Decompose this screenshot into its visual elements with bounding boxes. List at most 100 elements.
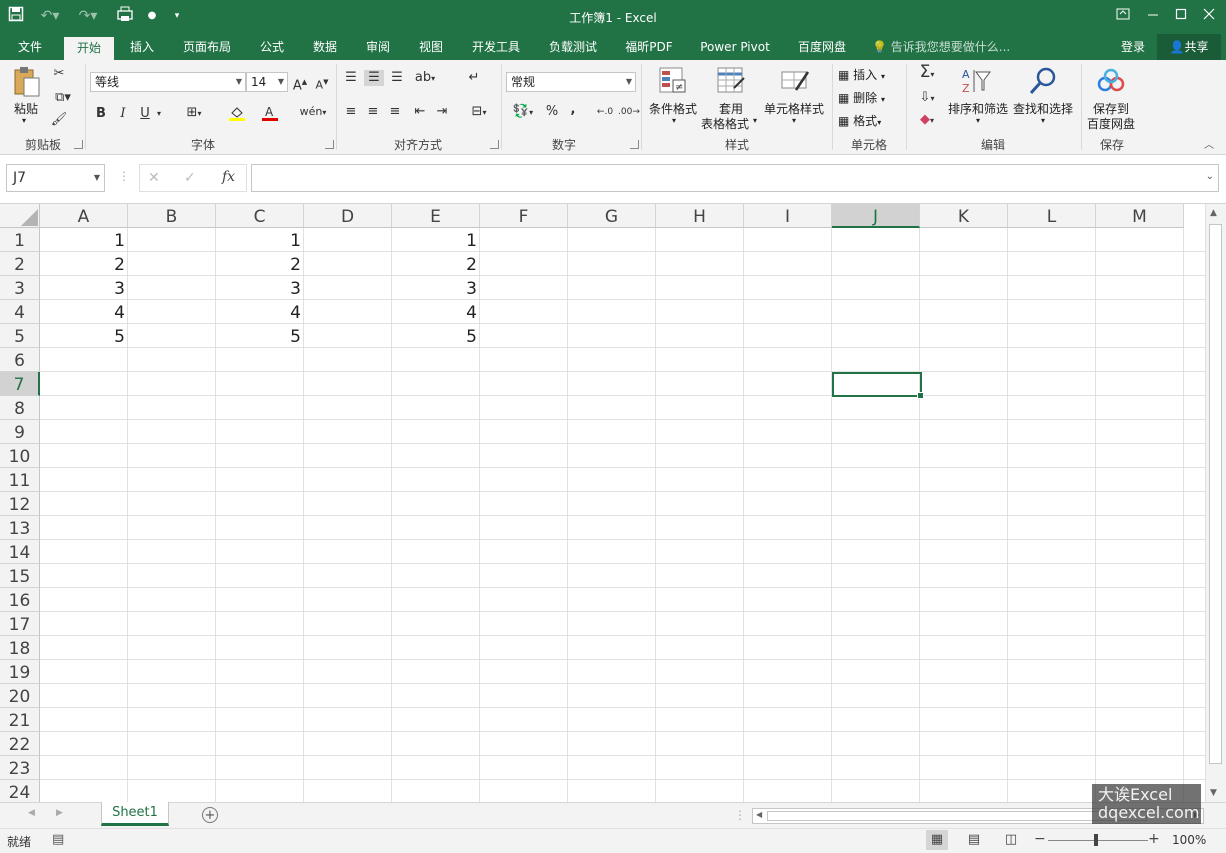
column-header[interactable]: D — [304, 204, 392, 228]
row-header[interactable]: 21 — [0, 708, 40, 732]
increase-decimal-icon[interactable]: ←.0 — [594, 104, 616, 120]
find-select-label[interactable]: 查找和选择 — [1013, 100, 1073, 117]
cell-C5[interactable]: 5 — [216, 324, 304, 348]
borders-icon[interactable]: ⊞▾ — [180, 105, 208, 122]
minimize-icon[interactable] — [1143, 6, 1163, 26]
tab-view[interactable]: 视图 — [409, 34, 453, 60]
column-header[interactable]: A — [40, 204, 128, 228]
font-name-select[interactable]: 等线 ▼ — [90, 72, 246, 92]
format-painter-icon[interactable]: 🖌 — [50, 112, 68, 128]
cell-A1[interactable]: 1 — [40, 228, 128, 252]
format-cells-button[interactable]: ▦ 格式▾ — [838, 112, 881, 129]
row-header[interactable]: 13 — [0, 516, 40, 540]
cell-A3[interactable]: 3 — [40, 276, 128, 300]
formula-input[interactable]: ⌄ — [251, 164, 1219, 192]
cell-E3[interactable]: 3 — [392, 276, 480, 300]
chevron-down-icon[interactable]: ▾ — [672, 116, 676, 125]
alignment-launcher-icon[interactable] — [490, 140, 499, 149]
percent-style-button[interactable]: % — [544, 104, 560, 120]
horizontal-scroll-thumb[interactable] — [767, 811, 1147, 821]
row-header[interactable]: 14 — [0, 540, 40, 564]
increase-font-icon[interactable]: A▲ — [292, 74, 308, 94]
wrap-text-icon[interactable]: ↵ — [464, 70, 484, 86]
enter-icon[interactable]: ✓ — [184, 170, 196, 186]
underline-button[interactable]: U — [138, 106, 152, 122]
macro-record-icon[interactable]: ▤ — [52, 832, 64, 847]
sheet-tab-sheet1[interactable]: Sheet1 — [101, 802, 169, 826]
chevron-down-icon[interactable]: ▾ — [1041, 116, 1045, 125]
sort-filter-label[interactable]: 排序和筛选 — [948, 100, 1008, 117]
row-header[interactable]: 6 — [0, 348, 40, 372]
column-header[interactable]: L — [1008, 204, 1096, 228]
column-header[interactable]: B — [128, 204, 216, 228]
column-header[interactable]: I — [744, 204, 832, 228]
cell-E4[interactable]: 4 — [392, 300, 480, 324]
cell-styles-label[interactable]: 单元格样式 — [764, 100, 824, 117]
row-header[interactable]: 2 — [0, 252, 40, 276]
vertical-scrollbar[interactable]: ▲ ▼ — [1205, 204, 1226, 802]
normal-view-icon[interactable]: ▦ — [926, 830, 948, 850]
fill-icon[interactable]: ⇩▾ — [912, 90, 942, 107]
row-header[interactable]: 23 — [0, 756, 40, 780]
delete-cells-button[interactable]: ▦ 删除 ▾ — [838, 89, 885, 106]
zoom-out-icon[interactable]: − — [1034, 831, 1046, 847]
merge-center-icon[interactable]: ⊟▾ — [464, 104, 494, 121]
zoom-in-icon[interactable]: + — [1148, 831, 1160, 847]
row-header[interactable]: 7 — [0, 372, 40, 396]
cell-styles-icon[interactable] — [780, 66, 810, 96]
row-header[interactable]: 12 — [0, 492, 40, 516]
decrease-font-icon[interactable]: A▼ — [314, 74, 330, 94]
accounting-format-icon[interactable]: 💱▾ — [508, 104, 538, 121]
number-format-select[interactable]: 常规 ▼ — [506, 72, 636, 92]
italic-button[interactable]: I — [116, 106, 130, 122]
zoom-slider-thumb[interactable] — [1094, 834, 1098, 846]
row-header[interactable]: 3 — [0, 276, 40, 300]
scroll-down-icon[interactable]: ▼ — [1210, 788, 1217, 798]
font-color-icon[interactable]: A — [256, 105, 284, 126]
maximize-icon[interactable] — [1171, 6, 1191, 26]
row-header[interactable]: 1 — [0, 228, 40, 252]
cell-E2[interactable]: 2 — [392, 252, 480, 276]
tab-data[interactable]: 数据 — [303, 34, 347, 60]
share-button[interactable]: 👤共享 — [1157, 34, 1221, 60]
name-box[interactable]: J7 ▼ — [6, 164, 105, 192]
column-header[interactable]: M — [1096, 204, 1184, 228]
row-header[interactable]: 8 — [0, 396, 40, 420]
zoom-slider[interactable] — [1048, 840, 1148, 841]
tab-load-test[interactable]: 负载测试 — [540, 34, 606, 60]
cell-A4[interactable]: 4 — [40, 300, 128, 324]
clear-icon[interactable]: ◆▾ — [912, 112, 942, 129]
align-bottom-icon[interactable]: ☰ — [388, 70, 406, 86]
clipboard-launcher-icon[interactable] — [74, 140, 83, 149]
phonetic-icon[interactable]: wén▾ — [298, 104, 328, 121]
cell-E1[interactable]: 1 — [392, 228, 480, 252]
tab-developer[interactable]: 开发工具 — [464, 34, 528, 60]
close-icon[interactable] — [1199, 6, 1219, 26]
split-handle-icon[interactable]: ⋮ — [734, 808, 746, 822]
baidu-netdisk-icon[interactable] — [1096, 68, 1126, 94]
cut-icon[interactable]: ✂ — [50, 66, 68, 82]
find-select-icon[interactable] — [1028, 66, 1058, 96]
row-header[interactable]: 18 — [0, 636, 40, 660]
tab-insert[interactable]: 插入 — [120, 34, 164, 60]
column-header[interactable]: H — [656, 204, 744, 228]
row-header[interactable]: 10 — [0, 444, 40, 468]
tab-foxit-pdf[interactable]: 福昕PDF — [618, 34, 680, 60]
bold-button[interactable]: B — [94, 106, 108, 122]
page-layout-view-icon[interactable]: ▤ — [963, 830, 985, 850]
ribbon-display-icon[interactable] — [1113, 6, 1133, 26]
comma-style-button[interactable]: , — [566, 102, 580, 118]
tab-power-pivot[interactable]: Power Pivot — [694, 34, 776, 60]
copy-icon[interactable]: ⧉▾ — [50, 90, 76, 106]
paste-dropdown-icon[interactable]: ▾ — [22, 116, 26, 125]
next-sheet-icon[interactable]: ▶ — [56, 808, 63, 818]
row-header[interactable]: 24 — [0, 780, 40, 802]
row-header[interactable]: 11 — [0, 468, 40, 492]
row-header[interactable]: 22 — [0, 732, 40, 756]
prev-sheet-icon[interactable]: ◀ — [28, 808, 35, 818]
zoom-level[interactable]: 100% — [1172, 833, 1206, 847]
cell-C4[interactable]: 4 — [216, 300, 304, 324]
conditional-formatting-icon[interactable]: ≠ — [658, 66, 688, 96]
sort-filter-icon[interactable]: AZ — [960, 66, 992, 96]
collapse-ribbon-icon[interactable]: ︿ — [1204, 136, 1214, 151]
